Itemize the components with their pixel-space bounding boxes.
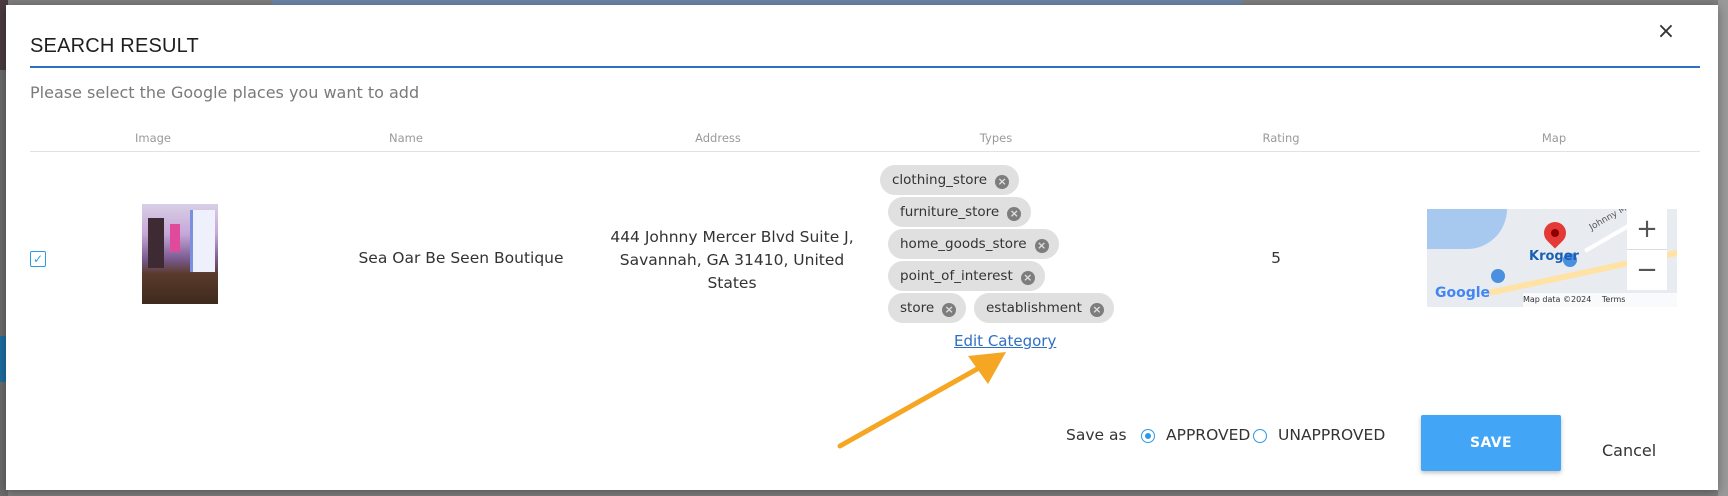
map-poi-icon [1491,269,1505,283]
edit-category-link[interactable]: Edit Category [954,332,1056,350]
remove-chip-icon[interactable]: × [1089,303,1104,317]
chip-label: establishment [986,300,1082,316]
chip-label: clothing_store [892,172,988,188]
type-chip[interactable]: clothing_store × [880,165,1020,195]
remove-chip-icon[interactable]: × [942,303,957,317]
remove-chip-icon[interactable]: × [1034,239,1049,253]
modal-title: SEARCH RESULT [30,35,199,57]
place-map[interactable]: Johnny Mer Kroger Google Map data ©2024 … [1427,209,1677,307]
map-data-credit: Map data ©2024 [1523,295,1592,304]
type-chip[interactable]: establishment × [974,293,1114,323]
chip-label: home_goods_store [900,236,1027,252]
place-address: 444 Johnny Mercer Blvd Suite J, Savannah… [610,228,854,292]
header-divider [30,151,1700,152]
close-icon[interactable]: × [1653,19,1679,45]
approved-radio[interactable] [1141,429,1155,443]
type-chip[interactable]: store × [888,293,967,323]
zoom-out-button[interactable]: − [1627,250,1667,290]
modal-subtitle: Please select the Google places you want… [30,83,420,102]
place-name: Sea Oar Be Seen Boutique [358,249,564,267]
arrow-icon [837,352,1006,449]
map-place-label: Kroger [1529,249,1579,264]
chip-label: furniture_store [900,204,1000,220]
map-footer: Map data ©2024 Terms [1523,293,1677,307]
approved-label[interactable]: APPROVED [1166,426,1250,444]
unapproved-label[interactable]: UNAPPROVED [1278,426,1385,444]
title-divider [30,66,1700,68]
column-header-types: Types [979,131,1013,145]
chip-label: point_of_interest [900,268,1013,284]
unapproved-radio[interactable] [1253,429,1267,443]
column-header-map: Map [1541,131,1567,145]
search-result-modal: SEARCH RESULT × Please select the Google… [6,5,1718,490]
cancel-button[interactable]: Cancel [1602,441,1656,460]
column-header-rating: Rating [1262,131,1300,145]
type-chip[interactable]: point_of_interest × [888,261,1045,291]
remove-chip-icon[interactable]: × [1020,271,1035,285]
photo-detail [148,218,164,268]
remove-chip-icon[interactable]: × [995,175,1010,189]
background-edge [1718,0,1728,496]
zoom-in-button[interactable]: + [1627,209,1667,250]
column-header-address: Address [695,131,741,145]
map-terms-link[interactable]: Terms [1602,295,1626,304]
column-header-name: Name [389,131,423,145]
photo-detail [170,224,180,252]
photo-detail [190,210,215,272]
place-photo[interactable] [142,204,218,304]
save-as-label: Save as [1066,426,1127,444]
type-chip[interactable]: home_goods_store × [888,229,1059,259]
remove-chip-icon[interactable]: × [1007,207,1022,221]
map-pin-dot [1551,229,1559,237]
save-button[interactable]: SAVE [1421,415,1561,471]
google-logo: Google [1435,285,1491,301]
place-rating: 5 [1271,249,1281,267]
map-water [1427,209,1507,249]
chip-label: store [900,300,935,316]
checked-checkbox-icon[interactable]: ✓ [30,251,46,267]
column-header-image: Image [134,131,172,145]
type-chip[interactable]: furniture_store × [888,197,1032,227]
